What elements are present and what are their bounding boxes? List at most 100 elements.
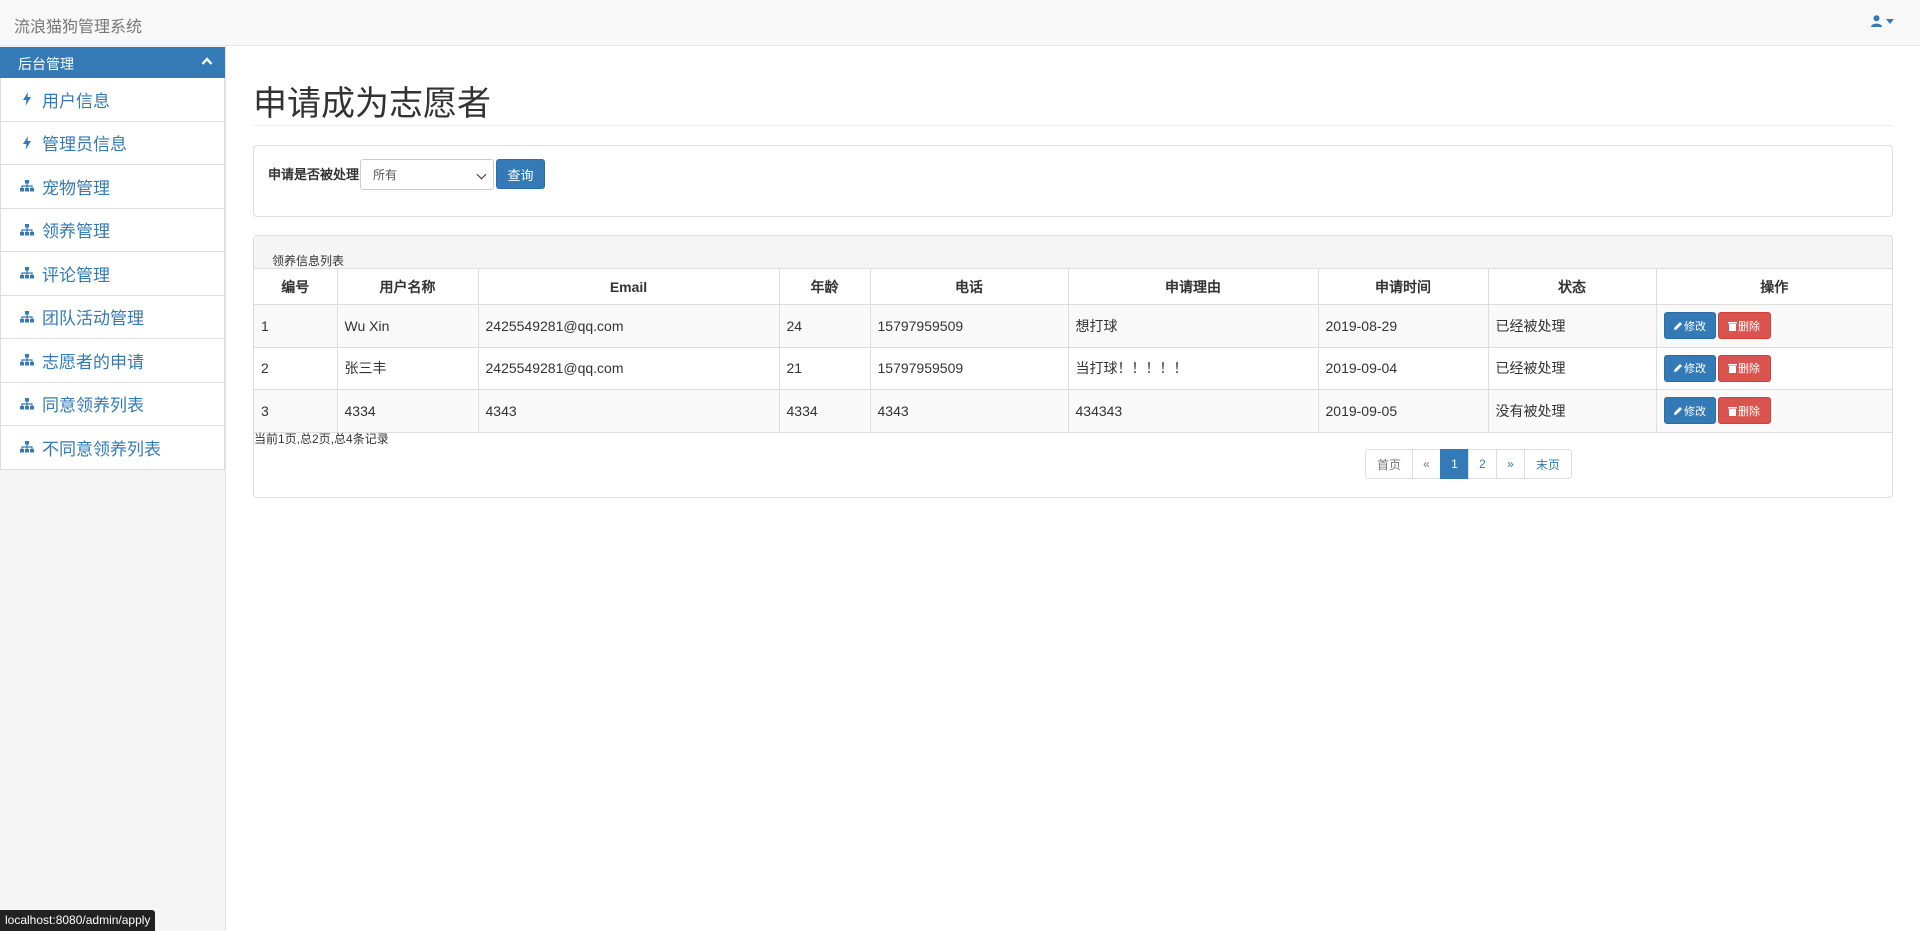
edit-button[interactable]: 修改 [1663, 312, 1716, 340]
brand-title[interactable]: 流浪猫狗管理系统 [14, 13, 142, 37]
sidebar-item[interactable]: 不同意领养列表 [0, 426, 225, 470]
select-arrow-icon [476, 169, 487, 180]
cell-status: 没有被处理 [1487, 389, 1657, 433]
sidebar-item-label: 评论管理 [42, 265, 110, 285]
title-divider [253, 125, 1893, 126]
bolt-icon [19, 92, 35, 107]
select-value: 所有 [373, 168, 398, 182]
page-link[interactable]: 2 [1468, 449, 1497, 479]
sidebar-item[interactable]: 志愿者的申请 [0, 339, 225, 383]
bolt-icon [19, 135, 35, 150]
column-header: 申请时间 [1317, 268, 1489, 305]
page-title: 申请成为志愿者 [253, 85, 491, 123]
cell-actions: 修改 删除 [1655, 304, 1892, 348]
column-header: 年龄 [778, 268, 871, 305]
filter-label: 申请是否被处理 [268, 167, 360, 182]
top-navbar: 流浪猫狗管理系统 [0, 0, 1920, 46]
sidebar-menu: 用户信息管理员信息宠物管理领养管理评论管理团队活动管理 志愿者的申请 同意领养列表不… [0, 78, 225, 470]
cell-age: 21 [778, 346, 871, 390]
column-header: 状态 [1487, 268, 1657, 305]
delete-button[interactable]: 删除 [1717, 354, 1771, 382]
sidebar-item-label: 不同意领养列表 [42, 439, 161, 459]
table-row: 2 张三丰 2425549281@qq.com 21 15797959509 当打球！！！… [254, 346, 1892, 390]
sidebar-item[interactable]: 领养管理 [0, 208, 225, 252]
sidebar-item-label: 宠物管理 [42, 178, 110, 198]
query-button[interactable]: 查询 [496, 159, 545, 189]
delete-label: 删除 [1738, 405, 1760, 418]
caret-down-icon [1886, 18, 1894, 24]
column-header: 申请理由 [1067, 268, 1319, 305]
cell-time: 2019-08-29 [1317, 304, 1489, 348]
cell-age: 4334 [778, 389, 871, 433]
cell-name: 张三丰 [336, 346, 479, 390]
list-title: 领养信息列表 [272, 254, 345, 268]
cell-name: Wu Xin [336, 304, 479, 348]
delete-label: 删除 [1738, 320, 1760, 333]
page-link[interactable]: 首页 [1365, 449, 1413, 479]
column-header: 电话 [869, 268, 1069, 305]
sitemap-icon [19, 441, 35, 453]
sidebar-header[interactable]: 后台管理 [0, 47, 225, 78]
page-link[interactable]: 末页 [1524, 449, 1572, 479]
sidebar-header-label: 后台管理 [18, 56, 74, 72]
edit-button[interactable]: 修改 [1663, 397, 1716, 425]
cell-email: 4343 [477, 389, 780, 433]
sidebar-item[interactable]: 宠物管理 [0, 165, 225, 209]
delete-button[interactable]: 删除 [1717, 312, 1771, 340]
column-header: Email [477, 268, 780, 305]
trash-icon [1728, 406, 1737, 416]
cell-actions: 修改 删除 [1655, 389, 1892, 433]
sidebar-item[interactable]: 评论管理 [0, 252, 225, 296]
pencil-icon [1674, 406, 1682, 415]
cell-name: 4334 [336, 389, 479, 433]
status-bar-url: localhost:8080/admin/apply [0, 910, 156, 931]
pagination: 首页 «1 2» 末页 [1365, 449, 1572, 479]
cell-status: 已经被处理 [1487, 304, 1657, 348]
cell-phone: 15797959509 [869, 346, 1069, 390]
sidebar-item-label: 团队活动管理 [42, 309, 144, 329]
cell-id: 3 [254, 389, 338, 433]
pencil-icon [1674, 364, 1682, 373]
sidebar-item-label: 同意领养列表 [42, 396, 144, 416]
chevron-up-icon [201, 57, 213, 65]
sitemap-icon [19, 354, 35, 366]
cell-reason: 当打球！！！！！ [1067, 346, 1319, 390]
sitemap-icon [19, 310, 35, 323]
table-row: 1 Wu Xin 2425549281@qq.com 24 15797959509 想打球… [254, 304, 1892, 348]
sidebar-item[interactable]: 团队活动管理 [0, 295, 225, 339]
column-header: 操作 [1655, 268, 1892, 305]
pencil-icon [1674, 321, 1682, 330]
delete-label: 删除 [1738, 363, 1760, 376]
sitemap-icon [19, 223, 35, 236]
sidebar-item-label: 用户信息 [42, 91, 110, 111]
list-panel-heading: 领养信息列表 [254, 236, 1892, 268]
table-row: 3 4334 4343 4334 4343 434343 2019-09-05 没有被处理 修改… [254, 389, 1892, 433]
cell-id: 1 [254, 304, 338, 348]
record-info: 当前1页,总2页,总4条记录 [254, 432, 389, 446]
column-header: 用户名称 [336, 268, 479, 305]
page-link[interactable]: « [1412, 449, 1441, 479]
sidebar-item-label: 志愿者的申请 [42, 352, 144, 372]
user-icon [1871, 15, 1882, 27]
sidebar-item-label: 管理员信息 [42, 135, 127, 155]
table-header-row: 编号 用户名称 Email 年龄 电话 申请理由 申请时间 状态 操作 [254, 268, 1892, 305]
sitemap-icon [19, 267, 35, 279]
page-link[interactable]: 1 [1440, 449, 1469, 479]
trash-icon [1728, 321, 1737, 331]
cell-age: 24 [778, 304, 871, 348]
delete-button[interactable]: 删除 [1717, 397, 1771, 425]
column-header: 编号 [254, 268, 338, 305]
page-link[interactable]: » [1496, 449, 1525, 479]
edit-label: 修改 [1684, 320, 1706, 333]
cell-reason: 想打球 [1067, 304, 1319, 348]
processed-status-select[interactable]: 所有 [360, 159, 494, 190]
sidebar-item[interactable]: 同意领养列表 [0, 382, 225, 426]
edit-button[interactable]: 修改 [1663, 354, 1716, 382]
cell-id: 2 [254, 346, 338, 390]
sidebar-item[interactable]: 用户信息 [0, 78, 225, 122]
cell-phone: 4343 [869, 389, 1069, 433]
user-menu[interactable] [1871, 15, 1894, 27]
edit-label: 修改 [1684, 405, 1706, 418]
cell-status: 已经被处理 [1487, 346, 1657, 390]
sidebar-item[interactable]: 管理员信息 [0, 121, 225, 165]
